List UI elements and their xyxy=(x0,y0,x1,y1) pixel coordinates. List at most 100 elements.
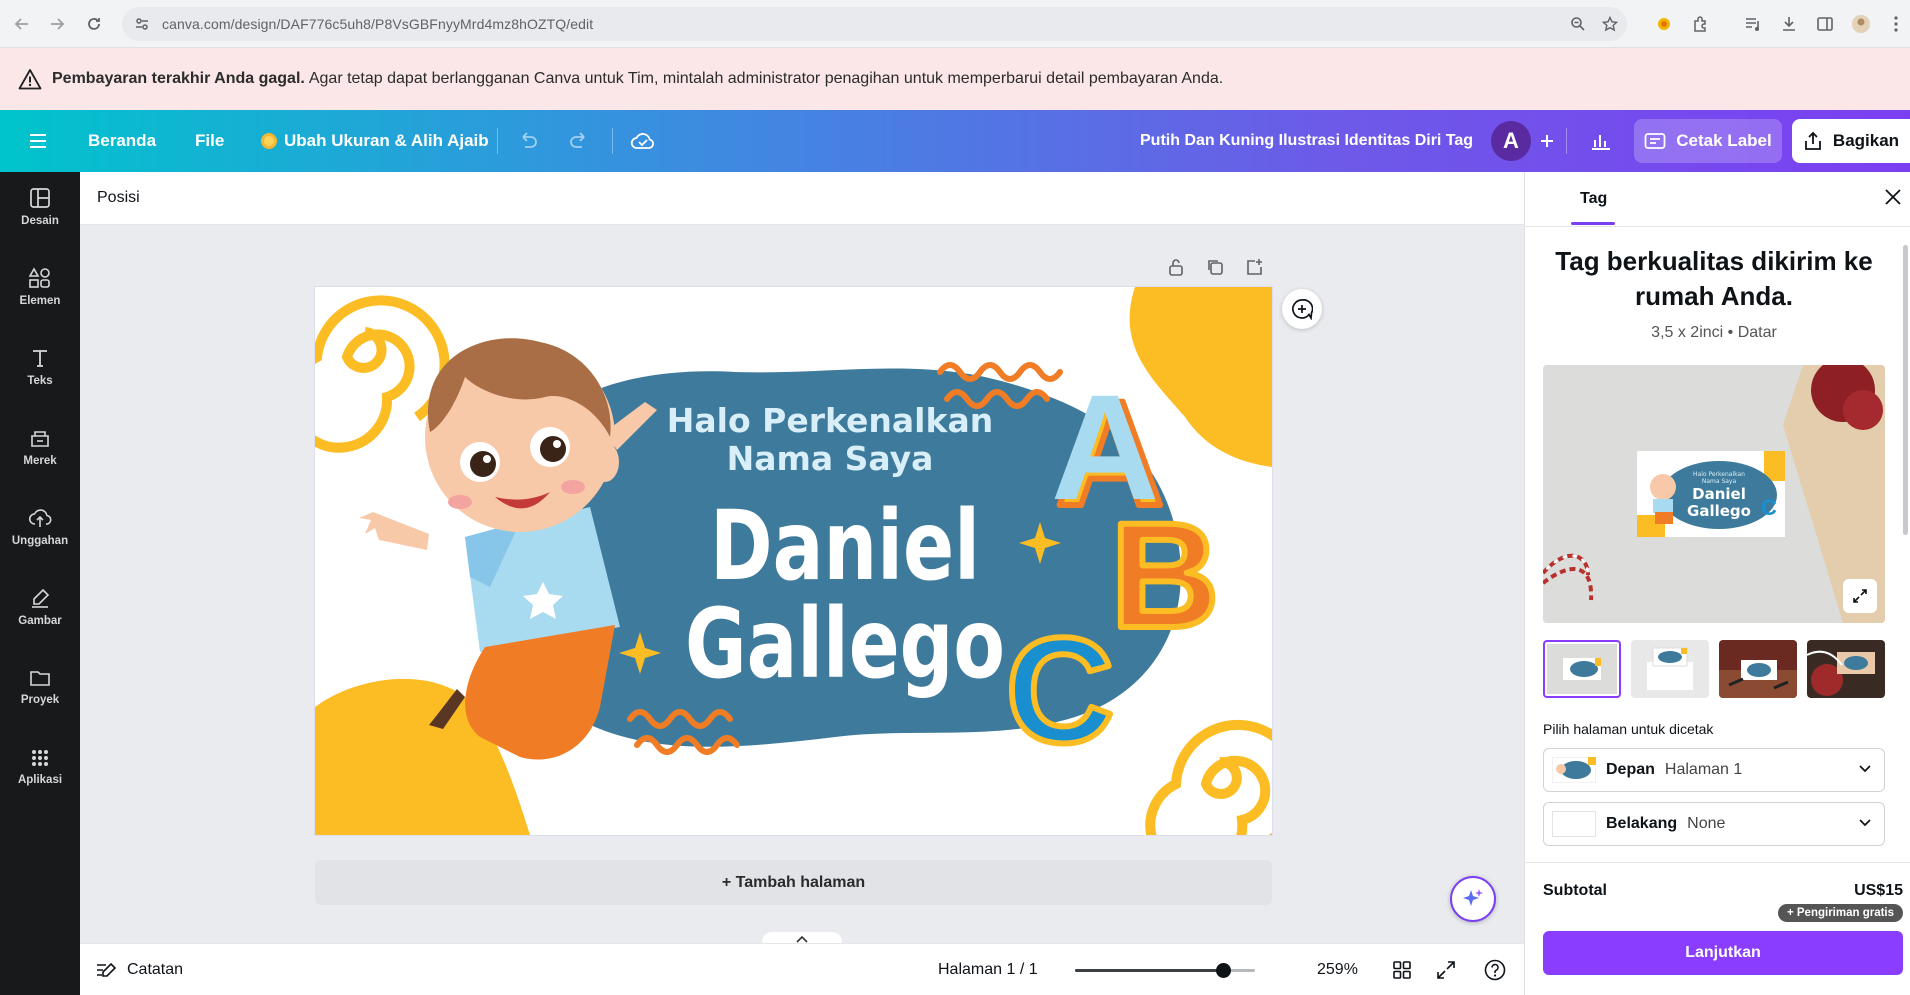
file-menu[interactable]: File xyxy=(195,110,224,172)
insights-chart-icon[interactable] xyxy=(1590,110,1612,172)
media-queue-icon[interactable] xyxy=(1741,12,1765,36)
extensions-puzzle-icon[interactable] xyxy=(1689,12,1713,36)
sidebar-item-label: Unggahan xyxy=(11,535,69,547)
panel-title: Tag berkualitas dikirim ke rumah Anda. xyxy=(1555,246,1873,311)
zoom-slider-fill xyxy=(1075,969,1223,972)
header-divider xyxy=(1566,128,1567,154)
bookmark-star-icon[interactable] xyxy=(1599,13,1621,35)
comment-plus-icon xyxy=(1291,298,1313,320)
zoom-level[interactable]: 259% xyxy=(1317,944,1358,995)
duplicate-page-icon[interactable] xyxy=(1204,256,1226,278)
preview-thumbnail-1[interactable] xyxy=(1543,640,1621,698)
back-icon[interactable] xyxy=(8,10,36,38)
header-divider xyxy=(497,128,498,154)
zoom-slider-handle[interactable] xyxy=(1215,963,1231,978)
back-value: None xyxy=(1687,815,1726,832)
sidebar-item-label: Desain xyxy=(21,215,59,227)
editor-footer: Catatan Halaman 1 / 1 259% xyxy=(80,943,1524,995)
browser-menu-icon[interactable] xyxy=(1884,12,1908,36)
document-title[interactable]: Putih Dan Kuning Ilustrasi Identitas Dir… xyxy=(1140,110,1473,172)
left-sidebar: Desain Elemen Teks Merek Unggahan Gambar… xyxy=(0,172,80,995)
grid-view-icon[interactable] xyxy=(1392,944,1412,995)
sidebar-item-label: Elemen xyxy=(19,295,61,307)
reload-icon[interactable] xyxy=(80,10,108,38)
sidebar-item-text[interactable]: Teks xyxy=(0,332,80,402)
resize-button[interactable]: Ubah Ukuran & Alih Ajaib xyxy=(260,110,489,172)
share-button[interactable]: Bagikan xyxy=(1792,119,1910,163)
alert-bold-text: Pembayaran terakhir Anda gagal. xyxy=(52,70,305,87)
front-page-thumbnail xyxy=(1552,757,1596,783)
shapes-icon xyxy=(28,267,52,289)
svg-text:C: C xyxy=(1761,495,1777,520)
sidebar-item-label: Gambar xyxy=(18,615,62,627)
front-page-select[interactable]: Depan Halaman 1 xyxy=(1543,748,1885,792)
print-label-button[interactable]: Cetak Label xyxy=(1634,119,1782,163)
side-panel-icon[interactable] xyxy=(1813,12,1837,36)
cloud-upload-icon xyxy=(28,507,52,529)
chevron-down-icon xyxy=(1858,815,1872,829)
sidebar-item-elements[interactable]: Elemen xyxy=(0,252,80,322)
sidebar-item-label: Teks xyxy=(27,375,53,387)
magic-assistant-button[interactable] xyxy=(1450,876,1496,922)
add-page-button[interactable]: + Tambah halaman xyxy=(315,860,1272,905)
cloud-saved-icon[interactable] xyxy=(630,110,656,172)
greeting-line-1: Halo Perkenalkan xyxy=(667,401,993,440)
tab-active-indicator xyxy=(1571,222,1615,225)
home-link[interactable]: Beranda xyxy=(88,110,156,172)
user-avatar[interactable]: A xyxy=(1491,121,1531,161)
chevron-down-icon xyxy=(1858,761,1872,775)
redo-icon[interactable] xyxy=(568,110,590,172)
add-page-icon[interactable] xyxy=(1244,256,1266,278)
profile-avatar-icon[interactable] xyxy=(1849,12,1873,36)
comment-add-button[interactable] xyxy=(1282,289,1322,329)
zoom-icon[interactable] xyxy=(1567,13,1589,35)
svg-text:Gallego: Gallego xyxy=(1687,502,1751,520)
download-icon[interactable] xyxy=(1777,12,1801,36)
forward-icon[interactable] xyxy=(43,10,71,38)
panel-scrollbar[interactable] xyxy=(1903,245,1908,535)
text-t-icon xyxy=(29,347,51,369)
preview-thumbnail-3[interactable] xyxy=(1719,640,1797,698)
design-artwork: A A B C Halo Perkenalkan Nama Saya Danie… xyxy=(315,287,1272,835)
zoom-slider[interactable] xyxy=(1075,963,1255,978)
page-indicator[interactable]: Halaman 1 / 1 xyxy=(938,944,1038,995)
address-bar[interactable]: canva.com/design/DAF776c5uh8/P8VsGBFnyyM… xyxy=(122,7,1627,41)
brand-kit-icon xyxy=(29,427,51,449)
sidebar-item-apps[interactable]: Aplikasi xyxy=(0,732,80,802)
site-settings-icon[interactable] xyxy=(134,16,150,32)
subtotal-label: Subtotal xyxy=(1543,882,1607,899)
fullscreen-icon[interactable] xyxy=(1436,944,1456,995)
tab-tag[interactable]: Tag xyxy=(1580,190,1607,208)
sidebar-item-brand[interactable]: Merek xyxy=(0,412,80,482)
close-panel-icon[interactable] xyxy=(1884,188,1902,206)
add-collaborator-icon[interactable] xyxy=(1539,110,1555,172)
notes-label: Catatan xyxy=(127,961,184,978)
sidebar-item-uploads[interactable]: Unggahan xyxy=(0,492,80,562)
undo-icon[interactable] xyxy=(517,110,539,172)
back-label: Belakang xyxy=(1606,815,1678,832)
svg-text:B: B xyxy=(1111,491,1219,659)
back-page-select[interactable]: Belakang None xyxy=(1543,802,1885,846)
position-button[interactable]: Posisi xyxy=(97,189,140,207)
expand-preview-icon[interactable] xyxy=(1843,579,1877,613)
warning-icon xyxy=(18,68,42,90)
preview-thumbnail-2[interactable] xyxy=(1631,640,1709,698)
design-page[interactable]: A A B C Halo Perkenalkan Nama Saya Danie… xyxy=(315,287,1272,835)
preview-thumbnail-4[interactable] xyxy=(1807,640,1885,698)
sidebar-item-design[interactable]: Desain xyxy=(0,172,80,242)
svg-text:Halo Perkenalkan: Halo Perkenalkan xyxy=(1693,471,1745,478)
url-text[interactable]: canva.com/design/DAF776c5uh8/P8VsGBFnyyM… xyxy=(162,16,593,32)
notes-button[interactable]: Catatan xyxy=(95,944,183,995)
browser-toolbar: canva.com/design/DAF776c5uh8/P8VsGBFnyyM… xyxy=(0,0,1910,48)
magic-coin-icon xyxy=(260,132,278,150)
panel-divider xyxy=(1524,862,1910,863)
extension-icon[interactable] xyxy=(1652,12,1676,36)
sidebar-item-projects[interactable]: Proyek xyxy=(0,652,80,722)
alert-text: Agar tetap dapat berlangganan Canva untu… xyxy=(308,70,1224,87)
lock-icon[interactable] xyxy=(1165,256,1187,278)
help-icon[interactable] xyxy=(1484,944,1506,995)
sidebar-item-draw[interactable]: Gambar xyxy=(0,572,80,642)
main-menu-icon[interactable] xyxy=(28,110,48,172)
continue-button[interactable]: Lanjutkan xyxy=(1543,931,1903,975)
product-preview-image[interactable]: Halo Perkenalkan Nama Saya Daniel Galleg… xyxy=(1543,365,1885,623)
